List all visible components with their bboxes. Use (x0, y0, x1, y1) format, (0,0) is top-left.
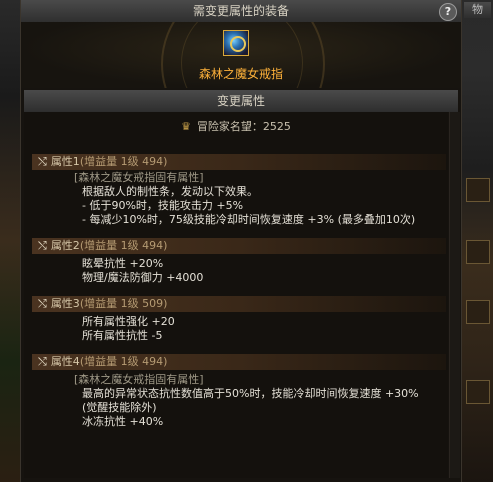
background-right-panel: 物 (462, 0, 493, 482)
property-name: 属性4 (50, 355, 80, 368)
property-line: [森林之魔女戒指固有属性] (74, 171, 204, 184)
crest-icon: ♛ (181, 120, 191, 133)
property-name: 属性1 (50, 155, 80, 168)
property-line: 所有属性抗性 -5 (82, 329, 163, 342)
property-line: 冰冻抗性 +40% (82, 415, 164, 428)
right-panel-slot[interactable] (466, 178, 490, 202)
property-line: 物理/魔法防御力 +4000 (82, 271, 204, 284)
property-line: 根据敌人的制性条，发动以下效果。 (82, 185, 258, 198)
right-panel-slot[interactable] (466, 240, 490, 264)
property-name: 属性3 (50, 297, 80, 310)
equipment-slot-area: 森林之魔女戒指 (21, 22, 461, 88)
property-gain: (增益量 1级 494) (79, 155, 168, 168)
help-button[interactable]: ? (439, 3, 457, 21)
property-line: 最高的异常状态抗性数值高于50%时，技能冷却时间恢复速度 +30% (82, 387, 419, 400)
property-header[interactable]: ⤭ 属性1(增益量 1级 494) (32, 154, 446, 170)
shuffle-icon: ⤭ (38, 355, 47, 368)
fame-label: 冒险家名望：2525 (196, 120, 291, 133)
adventurer-fame: ♛ 冒险家名望：2525 (24, 118, 448, 134)
property-list: ♛ 冒险家名望：2525 ⤭ 属性1(增益量 1级 494) [森林之魔女戒指固有属… (24, 112, 448, 478)
right-panel-title: 物 (464, 2, 491, 18)
property-line: (觉醒技能除外) (82, 401, 157, 414)
scrollbar[interactable] (449, 112, 460, 478)
property-gain: (增益量 1级 494) (79, 239, 168, 252)
property-line: [森林之魔女戒指固有属性] (74, 373, 204, 386)
property-name: 属性2 (50, 239, 80, 252)
dialog-title: 需变更属性的装备 (192, 4, 289, 18)
right-panel-slot[interactable] (466, 380, 490, 404)
shuffle-icon: ⤭ (38, 155, 47, 168)
property-line: - 每减少10%时，75级技能冷却时间恢复速度 +3% (最多叠加10次) (82, 213, 416, 226)
item-name: 森林之魔女戒指 (198, 67, 283, 81)
right-panel-slot[interactable] (466, 300, 490, 324)
property-gain: (增益量 1级 494) (79, 355, 168, 368)
dialog-titlebar: 需变更属性的装备 ? (21, 0, 461, 23)
shuffle-icon: ⤭ (38, 239, 47, 252)
ring-icon[interactable] (223, 30, 249, 56)
property-line: 所有属性强化 +20 (82, 315, 175, 328)
property-line: - 低于90%时，技能攻击力 +5% (82, 199, 244, 212)
property-header[interactable]: ⤭ 属性3(增益量 1级 509) (32, 296, 446, 312)
property-header[interactable]: ⤭ 属性2(增益量 1级 494) (32, 238, 446, 254)
shuffle-icon: ⤭ (38, 297, 47, 310)
change-property-dialog: 需变更属性的装备 ? 森林之魔女戒指 变更属性 ♛ 冒险家名望：2525 ⤭ 属性1… (20, 0, 462, 482)
background-left (0, 0, 20, 482)
property-header[interactable]: ⤭ 属性4(增益量 1级 494) (32, 354, 446, 370)
property-line: 眩晕抗性 +20% (82, 257, 164, 270)
section-header-change-property: 变更属性 (24, 90, 458, 112)
property-gain: (增益量 1级 509) (79, 297, 168, 310)
